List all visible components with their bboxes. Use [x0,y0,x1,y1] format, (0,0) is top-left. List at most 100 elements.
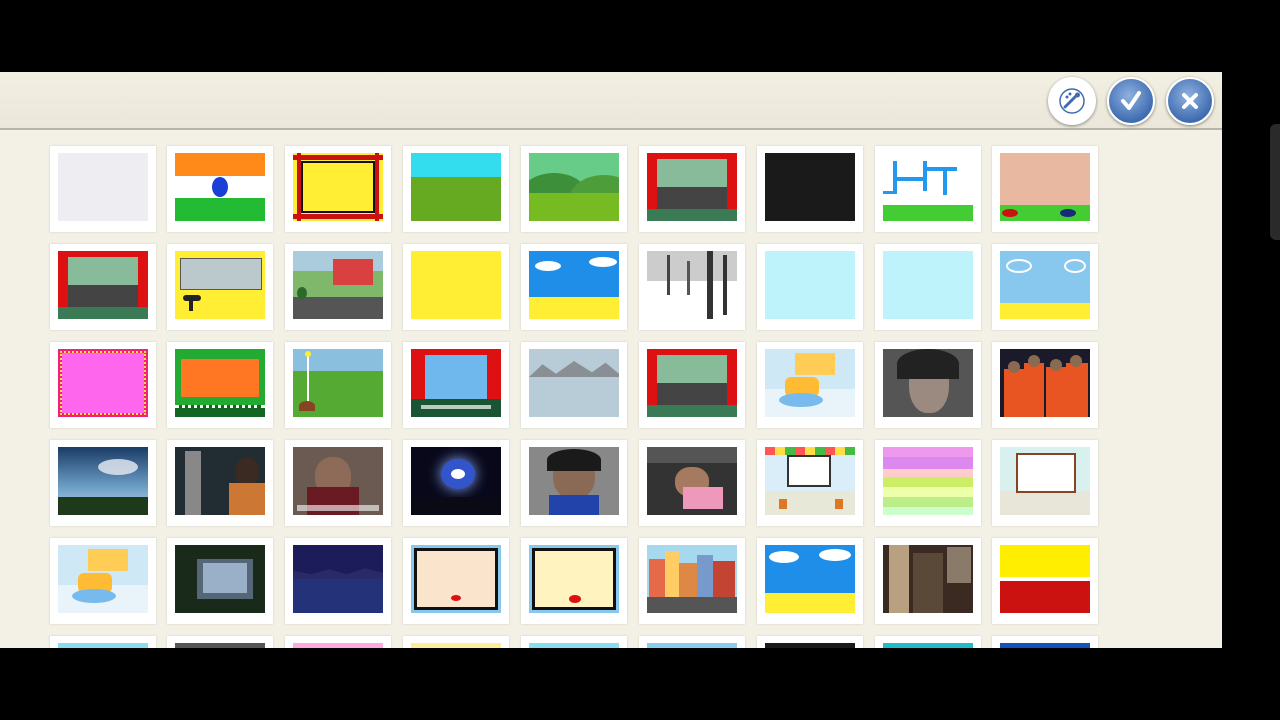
backdrop-thumbnail[interactable] [521,146,627,232]
backdrop-image [1000,251,1090,319]
backdrop-thumbnail[interactable] [285,440,391,526]
backdrop-thumbnail[interactable] [167,440,273,526]
backdrop-image [765,349,855,417]
paintbrush-icon [1059,88,1085,114]
backdrop-thumbnail[interactable] [403,636,509,648]
backdrop-thumbnail[interactable] [992,636,1098,648]
backdrop-thumbnail[interactable] [757,440,863,526]
backdrop-thumbnail[interactable] [992,146,1098,232]
backdrop-thumbnail[interactable] [757,636,863,648]
backdrop-thumbnail[interactable] [167,146,273,232]
backdrop-image [1000,447,1090,515]
backdrop-image [647,447,737,515]
backdrop-thumbnail[interactable] [875,636,981,648]
backdrop-image [411,251,501,319]
backdrop-image [1000,545,1090,613]
backdrop-thumbnail[interactable] [167,636,273,648]
backdrop-thumbnail[interactable] [757,244,863,330]
backdrop-thumbnail[interactable] [50,146,156,232]
backdrop-image [58,447,148,515]
backdrop-thumbnail[interactable] [992,244,1098,330]
backdrop-thumbnail[interactable] [50,244,156,330]
backdrop-thumbnail[interactable] [875,244,981,330]
backdrop-thumbnail[interactable] [285,146,391,232]
backdrop-thumbnail[interactable] [639,636,745,648]
backdrop-image [175,447,265,515]
backdrop-thumbnail[interactable] [285,538,391,624]
backdrop-thumbnail[interactable] [875,342,981,428]
backdrop-thumbnail[interactable] [167,342,273,428]
backdrop-image [883,251,973,319]
backdrop-thumbnail[interactable] [521,538,627,624]
backdrop-thumbnail[interactable] [639,538,745,624]
backdrop-thumbnail[interactable] [50,636,156,648]
backdrop-image [765,251,855,319]
backdrop-image [529,349,619,417]
backdrop-image [411,153,501,221]
backdrop-image [293,349,383,417]
backdrop-image [411,349,501,417]
backdrop-thumbnail[interactable] [875,440,981,526]
backdrop-image [647,643,737,648]
backdrop-image [883,643,973,648]
backdrop-image [647,545,737,613]
backdrop-image [175,251,265,319]
backdrop-image [647,251,737,319]
backdrop-thumbnail[interactable] [992,440,1098,526]
backdrop-thumbnail[interactable] [992,342,1098,428]
backdrop-thumbnail[interactable] [639,440,745,526]
backdrop-image [1000,643,1090,648]
backdrop-thumbnail[interactable] [285,342,391,428]
backdrop-thumbnail[interactable] [285,636,391,648]
backdrop-thumbnail[interactable] [639,342,745,428]
backdrop-image [293,251,383,319]
backdrop-image [765,153,855,221]
backdrop-thumbnail[interactable] [167,538,273,624]
backdrop-thumbnail[interactable] [167,244,273,330]
backdrop-thumbnail[interactable] [639,146,745,232]
backdrop-thumbnail[interactable] [50,538,156,624]
edge-panel-handle[interactable] [1270,124,1280,240]
backdrop-thumbnail[interactable] [875,538,981,624]
backdrop-thumbnail[interactable] [403,538,509,624]
backdrop-thumbnail[interactable] [285,244,391,330]
backdrop-thumbnail[interactable] [403,440,509,526]
backdrop-image [765,447,855,515]
backdrop-image [175,545,265,613]
backdrop-thumbnail[interactable] [757,538,863,624]
backdrop-thumbnail[interactable] [521,244,627,330]
backdrop-thumbnail[interactable] [403,146,509,232]
backdrop-image [883,447,973,515]
backdrop-image [175,643,265,648]
backdrop-thumbnail[interactable] [521,636,627,648]
checkmark-icon [1121,91,1141,110]
backdrop-image [58,153,148,221]
backdrop-thumbnail[interactable] [992,538,1098,624]
close-icon [1182,93,1198,109]
backdrop-thumbnail[interactable] [403,244,509,330]
backdrop-image [529,643,619,648]
backdrop-thumbnail[interactable] [757,146,863,232]
backdrop-thumbnail[interactable] [521,440,627,526]
backdrop-thumbnail[interactable] [50,440,156,526]
backdrop-thumbnail[interactable] [521,342,627,428]
close-button[interactable] [1166,77,1214,125]
backdrop-thumbnail[interactable] [50,342,156,428]
backdrop-image [883,153,973,221]
backdrop-image [1000,349,1090,417]
backdrop-image [293,545,383,613]
backdrop-image [529,251,619,319]
backdrop-image [529,447,619,515]
backdrop-thumbnail[interactable] [875,146,981,232]
paint-new-backdrop-button[interactable] [1048,77,1096,125]
backdrop-thumbnail[interactable] [757,342,863,428]
backdrop-thumbnail[interactable] [403,342,509,428]
backdrop-image [883,349,973,417]
backdrop-image [175,349,265,417]
backdrop-image [529,545,619,613]
confirm-button[interactable] [1107,77,1155,125]
backdrop-image [293,447,383,515]
backdrop-image [58,643,148,648]
backdrop-image [58,545,148,613]
backdrop-thumbnail[interactable] [639,244,745,330]
